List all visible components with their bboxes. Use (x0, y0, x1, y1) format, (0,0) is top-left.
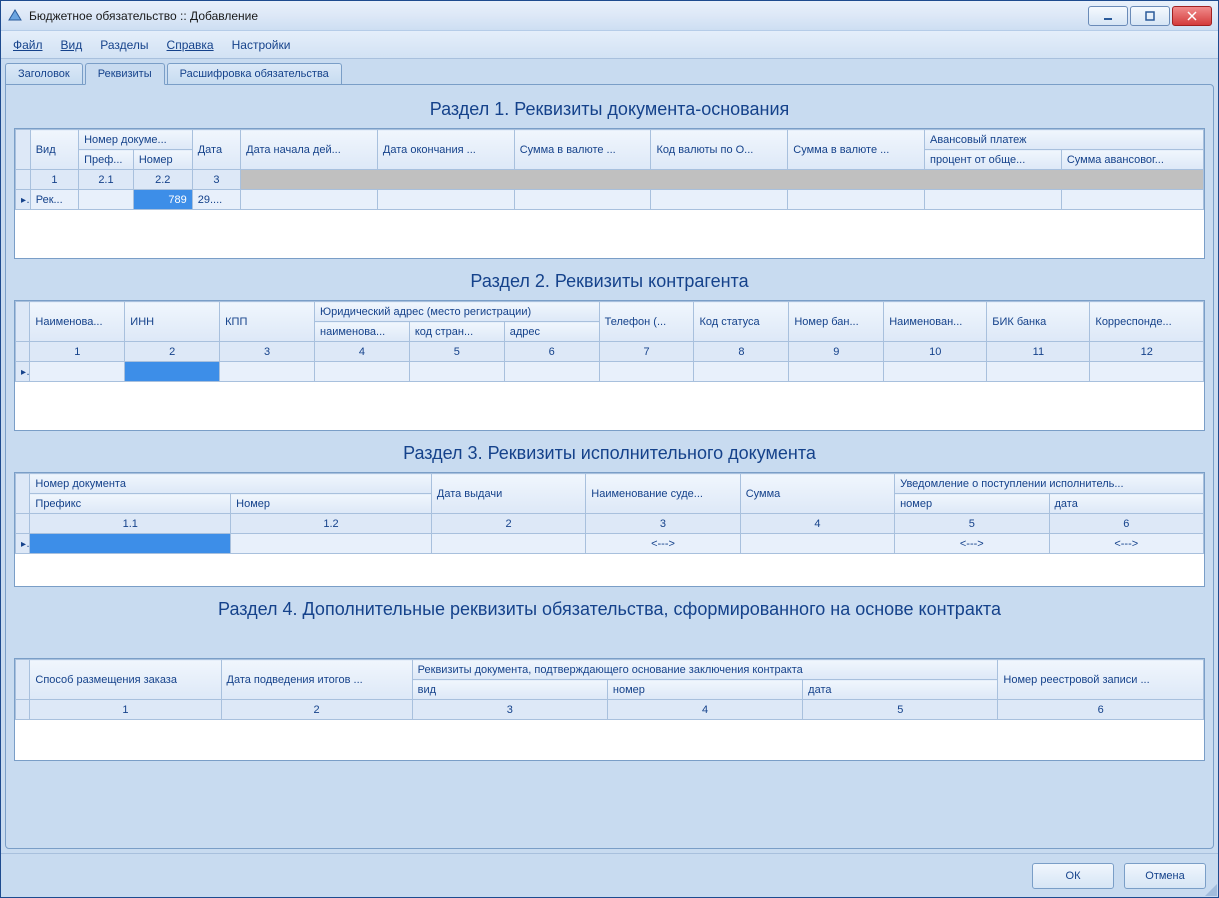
row-indicator-icon: ▸ (21, 366, 30, 378)
col-sum1[interactable]: Сумма в валюте ... (514, 130, 651, 170)
section4-title: Раздел 4. Дополнительные реквизиты обяза… (14, 599, 1205, 620)
tabstrip: Заголовок Реквизиты Расшифровка обязател… (5, 63, 1214, 85)
col-pref[interactable]: Преф... (79, 150, 134, 170)
cell-num-selected[interactable]: 789 (133, 190, 192, 210)
content-area: Заголовок Реквизиты Расшифровка обязател… (1, 59, 1218, 853)
minimize-button[interactable] (1088, 6, 1128, 26)
col-date-end[interactable]: Дата окончания ... (377, 130, 514, 170)
col-docnum[interactable]: Номер докуме... (79, 130, 193, 150)
row-indicator-icon: ▸ (21, 194, 30, 206)
window-title: Бюджетное обязательство :: Добавление (29, 9, 1086, 23)
col-date-start[interactable]: Дата начала дей... (241, 130, 378, 170)
row-indicator-icon: ▸ (21, 538, 30, 550)
ok-button[interactable]: ОК (1032, 863, 1114, 889)
section4-grid[interactable]: Способ размещения заказа Дата подведения… (14, 658, 1205, 761)
dialog-footer: ОК Отмена (1, 853, 1218, 897)
tab-panel: Раздел 1. Реквизиты документа-основания … (5, 84, 1214, 849)
titlebar: Бюджетное обязательство :: Добавление (1, 1, 1218, 31)
cell-date[interactable]: 29.... (192, 190, 240, 210)
col-num[interactable]: Номер (133, 150, 192, 170)
menu-view[interactable]: Вид (61, 38, 83, 52)
col-sum2[interactable]: Сумма в валюте ... (788, 130, 925, 170)
tab-detail[interactable]: Расшифровка обязательства (167, 63, 342, 85)
maximize-button[interactable] (1130, 6, 1170, 26)
menu-help[interactable]: Справка (167, 38, 214, 52)
tab-header[interactable]: Заголовок (5, 63, 83, 85)
col-date[interactable]: Дата (192, 130, 240, 170)
section2-title: Раздел 2. Реквизиты контрагента (14, 271, 1205, 292)
col-advance[interactable]: Авансовый платеж (925, 130, 1204, 150)
table-row[interactable]: ▸ <---> <---> <---> (16, 534, 1204, 554)
menu-settings[interactable]: Настройки (232, 38, 291, 52)
col-vid[interactable]: Вид (30, 130, 78, 170)
table-row[interactable]: ▸ Рек... 789 29.... (16, 190, 1204, 210)
section3-grid[interactable]: Номер документа Дата выдачи Наименование… (14, 472, 1205, 587)
col-code[interactable]: Код валюты по О... (651, 130, 788, 170)
menu-file[interactable]: Файл (13, 38, 43, 52)
section1-grid[interactable]: Вид Номер докуме... Дата Дата начала дей… (14, 128, 1205, 259)
window-controls (1086, 6, 1212, 26)
cancel-button[interactable]: Отмена (1124, 863, 1206, 889)
resize-grip-icon[interactable] (1205, 884, 1217, 896)
menubar: Файл Вид Разделы Справка Настройки (1, 31, 1218, 59)
app-icon (7, 8, 23, 24)
section1-title: Раздел 1. Реквизиты документа-основания (14, 99, 1205, 120)
app-window: Бюджетное обязательство :: Добавление Фа… (0, 0, 1219, 898)
col-sum-adv[interactable]: Сумма авансовог... (1061, 150, 1203, 170)
close-button[interactable] (1172, 6, 1212, 26)
menu-sections[interactable]: Разделы (100, 38, 148, 52)
table-row[interactable]: ▸ (16, 362, 1204, 382)
section2-grid[interactable]: Наименова... ИНН КПП Юридический адрес (… (14, 300, 1205, 431)
tab-requisites[interactable]: Реквизиты (85, 63, 165, 85)
section3-title: Раздел 3. Реквизиты исполнительного доку… (14, 443, 1205, 464)
col-percent[interactable]: процент от обще... (925, 150, 1062, 170)
cell-vid[interactable]: Рек... (30, 190, 78, 210)
